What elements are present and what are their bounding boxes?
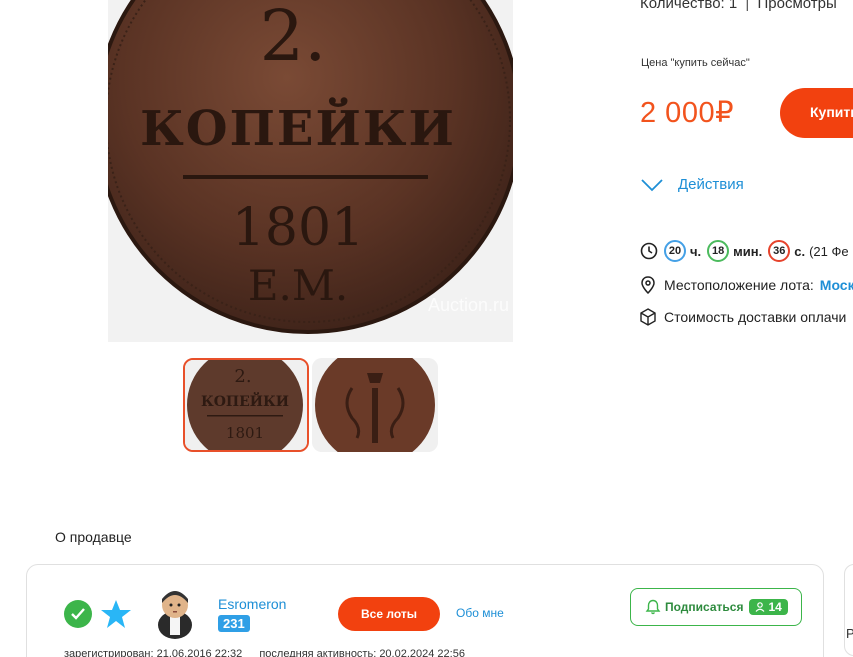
lot-meta-strip: Количество: 1 | Просмотры	[640, 0, 837, 12]
about-me-link[interactable]: Обо мне	[456, 606, 504, 620]
main-lot-image[interactable]: 2. КОПЕЙКИ 1801 Е.М. Auction.ru	[108, 0, 513, 342]
avatar[interactable]	[156, 587, 194, 639]
timer-seconds-unit: с.	[794, 243, 806, 259]
svg-text:КОПЕЙКИ: КОПЕЙКИ	[201, 391, 289, 410]
price: 2 000₽	[640, 97, 735, 129]
coin-reverse-thumb: 2. КОПЕЙКИ 1801	[185, 360, 307, 450]
location-link[interactable]: Моск	[820, 277, 853, 293]
views-text: Просмотры	[757, 0, 837, 12]
location-label: Местоположение лота:	[664, 277, 814, 293]
subscribers-count: 14	[749, 599, 788, 615]
timer-minutes-unit: мин.	[733, 243, 763, 259]
timer-minutes: 18	[707, 240, 730, 262]
seller-heading: О продавце	[55, 529, 132, 545]
timer-hours-unit: ч.	[690, 243, 702, 259]
svg-text:1801: 1801	[226, 424, 264, 442]
coin-denomination: 2.	[260, 0, 327, 77]
checkmark-icon	[71, 608, 85, 620]
user-icon	[756, 602, 765, 612]
location-row: Местоположение лота: Моск	[640, 276, 853, 294]
actions-toggle[interactable]: Действия	[640, 176, 744, 193]
svg-text:2.: 2.	[234, 366, 251, 387]
timer-hours: 20	[664, 240, 686, 262]
subscribe-button[interactable]: Подписаться 14	[630, 588, 802, 626]
registered-text: зарегистрирован: 21.06.2016 22:32	[64, 648, 243, 657]
coin-mint: Е.М.	[248, 261, 348, 310]
last-active-text: последняя активность: 20.02.2024 22:56	[259, 648, 465, 657]
delivery-row: Стоимость доставки оплачи	[640, 308, 846, 326]
watermark: Auction.ru	[427, 295, 509, 315]
subscribe-label: Подписаться	[665, 600, 744, 614]
seller-name-link[interactable]: Esromeron	[218, 596, 286, 612]
seller-rating-badge: 231	[218, 615, 250, 632]
location-pin-icon	[641, 276, 655, 294]
box-icon	[640, 308, 656, 326]
side-card-letter: Р	[846, 626, 853, 641]
thumbnail-2[interactable]	[312, 358, 438, 452]
quantity-text: Количество: 1	[640, 0, 738, 12]
verified-badge	[64, 600, 92, 628]
delivery-text: Стоимость доставки оплачи	[664, 309, 847, 325]
coin-image: 2. КОПЕЙКИ 1801 Е.М.	[108, 0, 513, 342]
coin-year: 1801	[232, 198, 364, 258]
price-caption: Цена "купить сейчас"	[641, 57, 750, 69]
all-lots-button[interactable]: Все лоты	[338, 597, 440, 631]
star-icon	[101, 600, 131, 628]
thumbnail-1[interactable]: 2. КОПЕЙКИ 1801	[183, 358, 309, 452]
side-card	[844, 564, 853, 656]
clock-icon	[640, 242, 658, 260]
timer-end-date: (21 Фе	[809, 243, 849, 259]
timer-seconds: 36	[768, 240, 791, 262]
coin-obverse-monogram-thumb	[312, 358, 438, 452]
actions-label: Действия	[678, 176, 744, 193]
auction-timer: 20 ч. 18 мин. 36 с. (21 Фе	[640, 240, 849, 262]
chevron-down-icon	[641, 178, 663, 191]
seller-registration-info: зарегистрирован: 21.06.2016 22:32 послед…	[64, 648, 465, 657]
coin-word: КОПЕЙКИ	[140, 96, 456, 157]
buy-now-button[interactable]: Купить	[780, 88, 853, 138]
bell-icon	[645, 599, 661, 615]
